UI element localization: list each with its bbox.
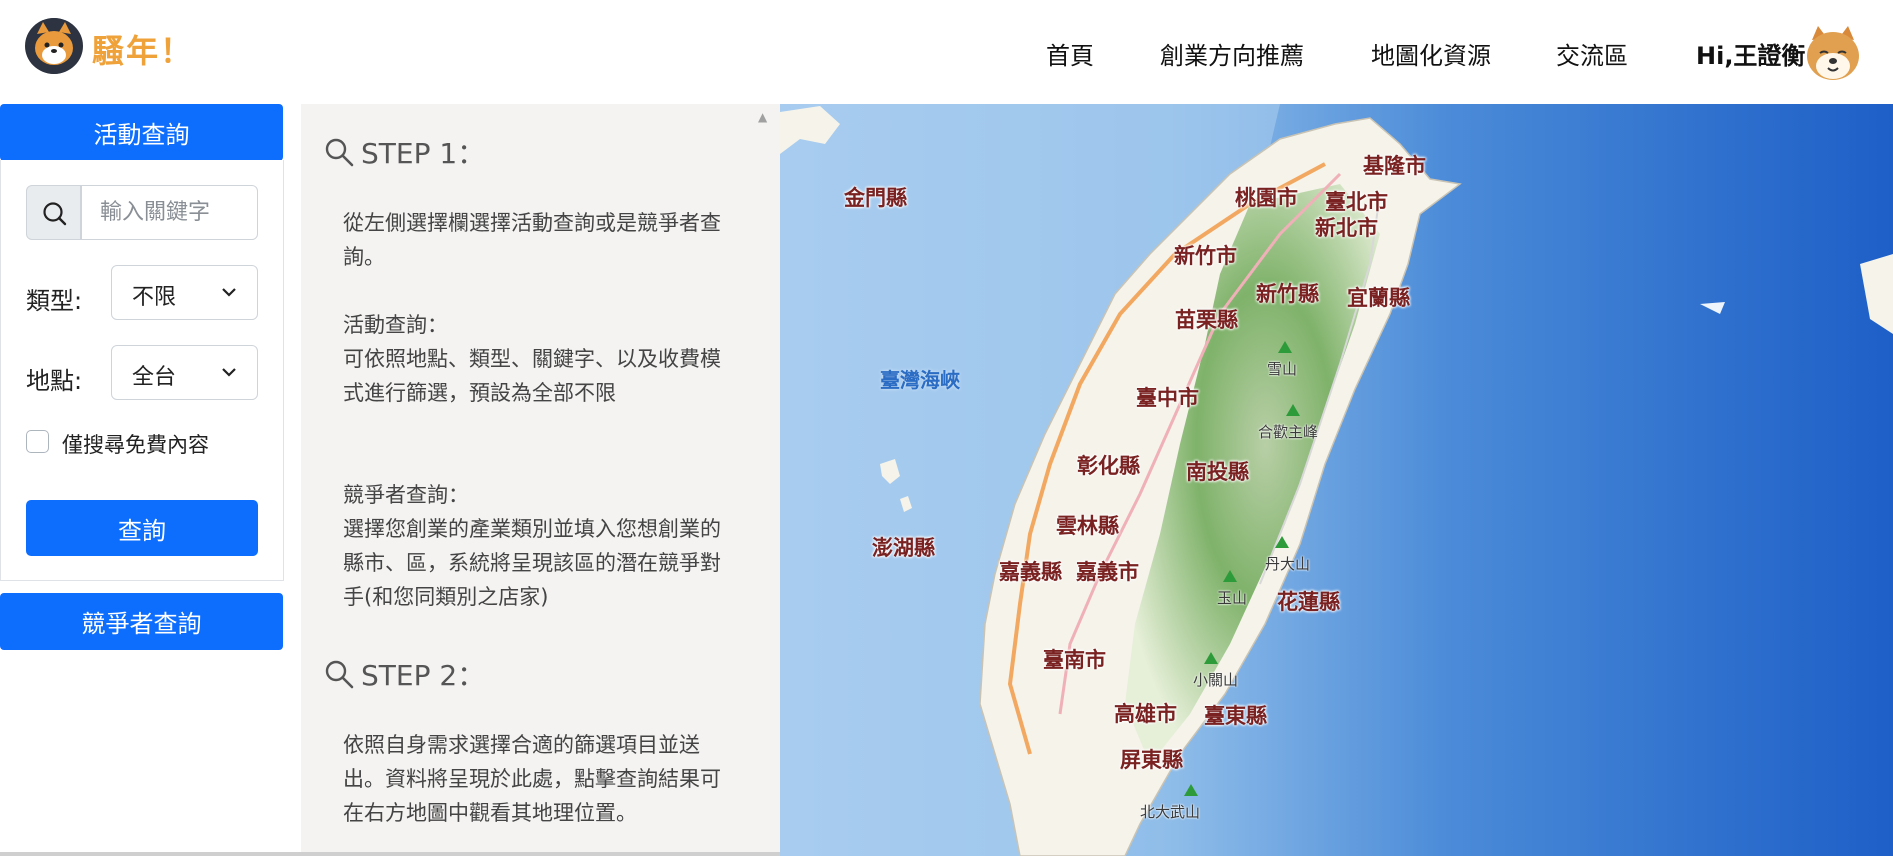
step1-heading: STEP 1： [323, 132, 485, 172]
activity-query-button[interactable]: 活動查詢 [0, 104, 283, 161]
map-label-place: 雲林縣 [1056, 514, 1119, 538]
activity-query-title: 活動查詢： [343, 313, 448, 337]
map-label-place: 臺中市 [1136, 386, 1199, 410]
map-label-peak: 合歡主峰 [1258, 423, 1319, 441]
map-label-peak: 丹大山 [1265, 555, 1311, 573]
map-label-place: 花蓮縣 [1277, 590, 1340, 614]
top-navbar: 騷年！ 首頁 創業方向推薦 地圖化資源 交流區 Hi,王證衡 [0, 0, 1893, 104]
query-button[interactable]: 查詢 [26, 500, 258, 556]
map-label-peak: 玉山 [1217, 589, 1248, 607]
map-label-sea: 臺灣海峽 [880, 368, 960, 392]
scroll-up-arrow-icon[interactable]: ▲ [758, 110, 767, 124]
type-select-value: 不限 [132, 285, 177, 310]
map-label-place: 臺南市 [1043, 648, 1106, 672]
map-label-place: 高雄市 [1114, 702, 1177, 726]
shiba-logo-icon[interactable] [25, 18, 83, 74]
activity-query-text: 可依照地點、類型、關鍵字、以及收費模式進行篩選，預設為全部不限 [343, 347, 721, 405]
nav-community[interactable]: 交流區 [1556, 36, 1628, 71]
location-select[interactable]: 全台 [111, 345, 258, 400]
competitor-query-title: 競爭者查詢： [343, 483, 469, 507]
divider [0, 852, 780, 856]
competitor-query-button[interactable]: 競爭者查詢 [0, 593, 283, 650]
free-only-label[interactable]: 僅搜尋免費內容 [62, 429, 209, 459]
map-label-place: 臺東縣 [1204, 704, 1267, 728]
location-label: 地點: [26, 367, 83, 395]
step2-heading: STEP 2： [323, 654, 485, 694]
type-label: 類型: [26, 287, 83, 315]
map-label-peak: 小關山 [1193, 671, 1239, 689]
competitor-query-text: 選擇您創業的產業類別並填入您想創業的縣市、區，系統將呈現該區的潛在競爭對手(和您… [343, 517, 721, 609]
free-only-checkbox[interactable] [26, 430, 49, 453]
location-select-value: 全台 [132, 365, 177, 390]
search-icon [325, 138, 354, 167]
map-label-place: 嘉義市 [1076, 560, 1139, 584]
map-label-place: 桃園市 [1235, 186, 1298, 210]
map-label-peak: 雪山 [1267, 360, 1298, 378]
map-label-peak: 北大武山 [1140, 803, 1201, 821]
map-label-place: 苗栗縣 [1175, 308, 1238, 332]
step2-title: STEP 2： [361, 659, 486, 692]
nav-map-resources[interactable]: 地圖化資源 [1371, 36, 1491, 71]
keyword-search-input[interactable] [81, 185, 258, 240]
avatar[interactable] [1802, 26, 1864, 84]
step1-title: STEP 1： [361, 137, 486, 170]
map-label-place: 屏東縣 [1120, 748, 1183, 772]
search-icon[interactable] [26, 185, 81, 240]
step2-text: 依照自身需求選擇合適的篩選項目並送出。資料將呈現於此處，點擊查詢結果可在右方地圖… [343, 733, 721, 825]
chevron-down-icon [222, 288, 236, 297]
map-label-place: 南投縣 [1186, 460, 1249, 484]
map-label-place: 金門縣 [844, 186, 907, 210]
map-label-place: 彰化縣 [1077, 454, 1140, 478]
map-label-place: 嘉義縣 [999, 560, 1062, 584]
search-group [26, 185, 258, 240]
nav-home[interactable]: 首頁 [1046, 36, 1094, 71]
map-label-place: 新竹縣 [1256, 282, 1319, 306]
mountain-peak-icon [1184, 784, 1198, 796]
step1-text: 從左側選擇欄選擇活動查詢或是競爭者查詢。 [343, 211, 721, 269]
type-select[interactable]: 不限 [111, 265, 258, 320]
mountain-peak-icon [1278, 341, 1292, 353]
mountain-peak-icon [1223, 570, 1237, 582]
taiwan-map[interactable]: 臺灣海峽 基隆市 金門縣 桃園市 臺北市 新北市 新竹市 新竹縣 宜蘭縣 苗栗縣… [780, 104, 1893, 856]
brand-name[interactable]: 騷年！ [92, 26, 194, 72]
mountain-peak-icon [1204, 652, 1218, 664]
map-label-place: 基隆市 [1363, 154, 1426, 178]
instructions-scrollbar[interactable] [753, 104, 780, 856]
instructions-panel[interactable]: STEP 1： 從左側選擇欄選擇活動查詢或是競爭者查詢。 活動查詢： 可依照地點… [301, 104, 780, 856]
map-label-place: 新北市 [1315, 216, 1378, 240]
search-icon [325, 660, 354, 689]
map-label-place: 新竹市 [1174, 244, 1237, 268]
mountain-peak-icon [1275, 536, 1289, 548]
nav-business-recommendation[interactable]: 創業方向推薦 [1160, 36, 1304, 71]
map-label-place: 澎湖縣 [872, 536, 935, 560]
user-greeting[interactable]: Hi,王證衡 [1696, 36, 1805, 71]
activity-query-panel: 類型: 不限 地點: 全台 僅搜尋免費內容 查詢 [0, 160, 284, 581]
chevron-down-icon [222, 368, 236, 377]
mountain-peak-icon [1286, 404, 1300, 416]
map-label-place: 宜蘭縣 [1347, 286, 1410, 310]
